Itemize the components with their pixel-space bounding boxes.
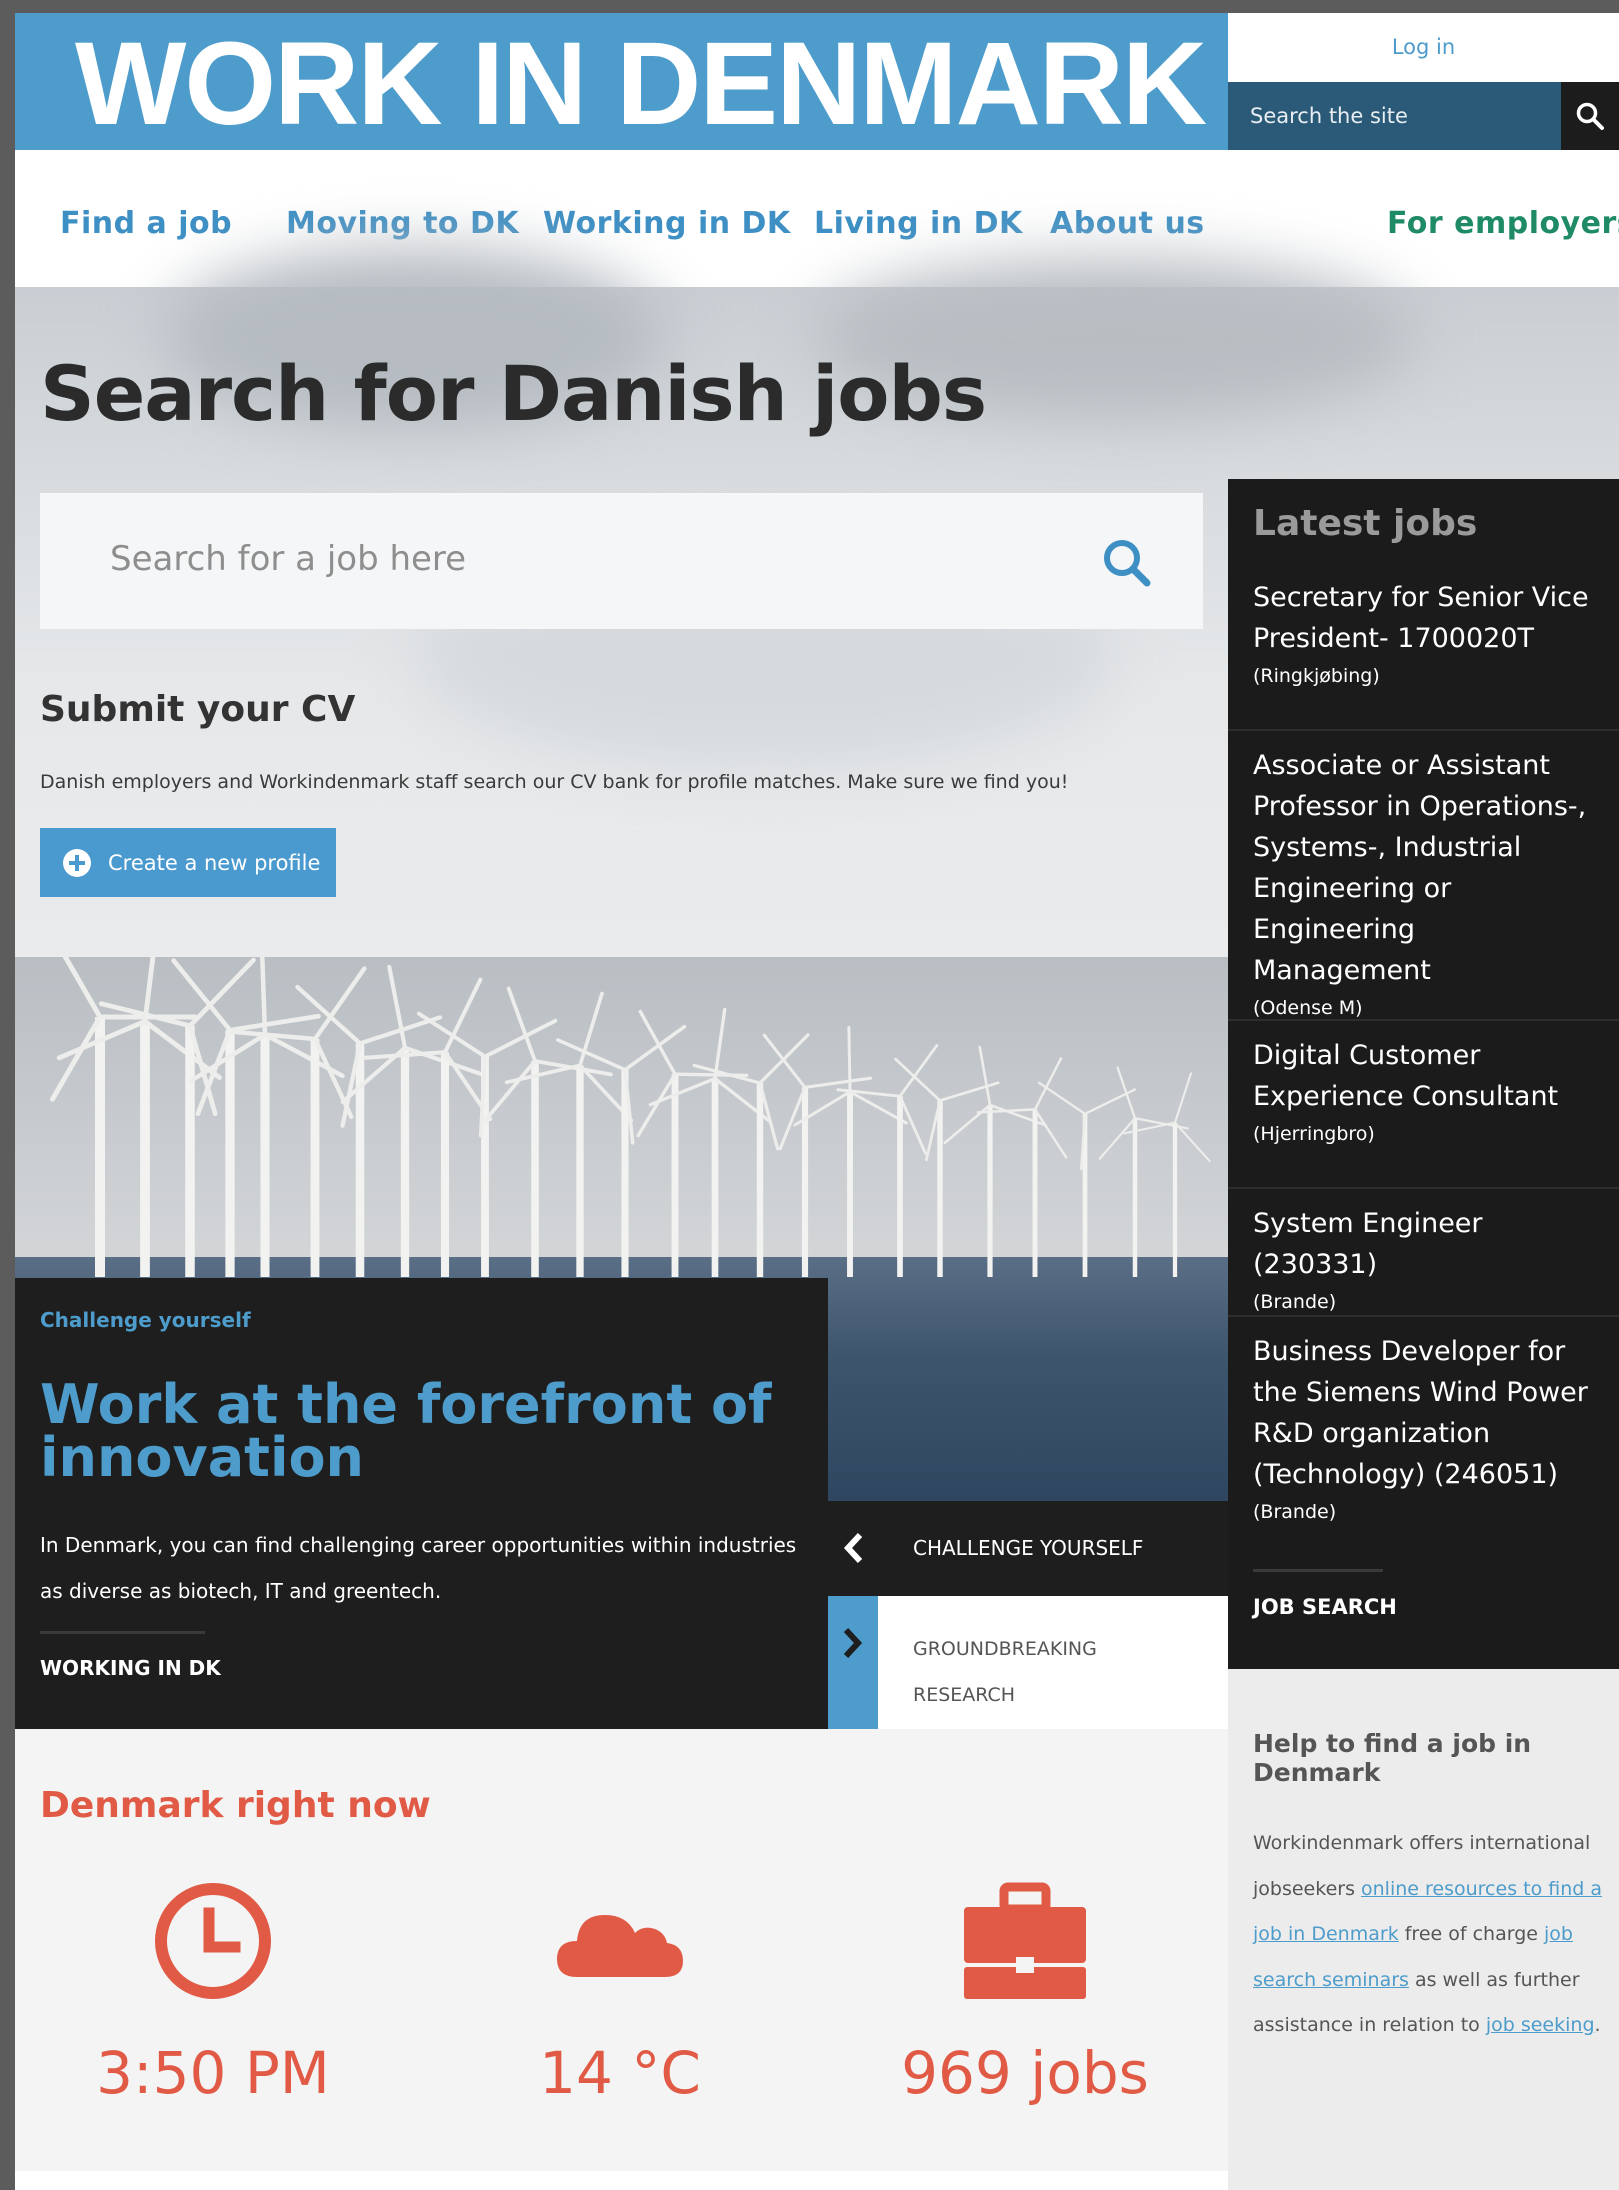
cv-heading: Submit your CV [40, 689, 356, 730]
divider [40, 1631, 205, 1634]
feature-kicker[interactable]: Challenge yourself [40, 1308, 251, 1332]
job-location: (Hjerringbro) [1253, 1123, 1375, 1145]
help-text-part: . [1594, 2014, 1601, 2036]
carousel-tab-label: CHALLENGE YOURSELF [913, 1536, 1144, 1560]
job-location: (Brande) [1253, 1291, 1337, 1313]
latest-job-item[interactable]: Associate or Assistant Professor in Oper… [1228, 745, 1619, 1021]
nav-find-a-job[interactable]: Find a job [60, 206, 232, 241]
clock-icon [155, 1883, 271, 1999]
chevron-right-icon[interactable] [840, 1626, 866, 1660]
feature-panel: Challenge yourself Work at the forefront… [15, 1278, 828, 1729]
login-link[interactable]: Log in [1392, 35, 1455, 59]
latest-job-item[interactable]: Digital Customer Experience Consultant (… [1228, 1035, 1619, 1189]
latest-job-item[interactable]: System Engineer (230331) (Brande) [1228, 1203, 1619, 1317]
site-search-field[interactable]: Search the site [1228, 82, 1619, 150]
denmark-right-now-section: Denmark right now 3:50 PM 14 °C 969 jobs [15, 1729, 1228, 2190]
site-logo[interactable]: WORK IN DENMARK [75, 25, 1207, 143]
turbine [56, 957, 222, 1277]
brand-banner[interactable]: WORK IN DENMARK [15, 13, 1228, 150]
search-icon [1576, 102, 1604, 130]
job-title[interactable]: System Engineer (230331) [1253, 1203, 1601, 1285]
turbine [943, 1045, 1047, 1277]
turbine [50, 957, 198, 1277]
job-title[interactable]: Digital Customer Experience Consultant [1253, 1035, 1601, 1117]
feature-text: In Denmark, you can find challenging car… [40, 1533, 797, 1603]
latest-job-item[interactable]: Business Developer for the Siemens Wind … [1228, 1331, 1619, 1551]
job-location: (Odense M) [1253, 997, 1363, 1019]
nav-living-in-dk[interactable]: Living in DK [814, 206, 1023, 241]
create-profile-button[interactable]: Create a new profile [40, 828, 336, 897]
job-seeking-link[interactable]: job seeking [1486, 2014, 1595, 2036]
cloud-icon [557, 1915, 683, 1977]
job-title[interactable]: Business Developer for the Siemens Wind … [1253, 1331, 1601, 1495]
carousel-tab-groundbreaking-research[interactable]: GROUNDBREAKING RESEARCH [828, 1596, 1228, 1741]
turbine [362, 977, 493, 1277]
nav-for-employers[interactable]: For employers [1387, 206, 1619, 241]
turbine [762, 1033, 873, 1277]
tab-active-strip [828, 1596, 878, 1741]
job-search-input[interactable]: Search for a job here [40, 493, 1203, 629]
working-in-dk-link[interactable]: WORKING IN DK [40, 1656, 221, 1680]
job-search-link[interactable]: JOB SEARCH [1253, 1595, 1397, 1619]
briefcase-icon [964, 1882, 1086, 1999]
weather-stat: 14 °C [470, 1879, 770, 2107]
chevron-left-icon[interactable] [838, 1531, 868, 1565]
help-panel: Help to find a job in Denmark Workindenm… [1228, 1669, 1619, 2190]
section-title: Denmark right now [40, 1785, 431, 1826]
stat-value: 14 °C [539, 2039, 701, 2107]
help-title: Help to find a job in Denmark [1253, 1729, 1532, 1787]
divider [1253, 1569, 1383, 1572]
nav-about-us[interactable]: About us [1050, 206, 1205, 241]
job-location: (Brande) [1253, 1501, 1337, 1523]
time-stat: 3:50 PM [63, 1879, 363, 2107]
turbine [793, 1025, 908, 1277]
job-title[interactable]: Associate or Assistant Professor in Oper… [1253, 745, 1601, 991]
page-title: Search for Danish jobs [40, 349, 987, 438]
jobs-stat: 969 jobs [875, 1879, 1175, 2107]
nav-working-in-dk[interactable]: Working in DK [543, 206, 791, 241]
carousel-tab-label: GROUNDBREAKING RESEARCH [913, 1638, 1097, 1706]
latest-jobs-panel: Latest jobs Secretary for Senior Vice Pr… [1228, 479, 1619, 1669]
login-row: Log in [1228, 13, 1619, 82]
turbine [1037, 1081, 1136, 1277]
page: WORK IN DENMARK Log in Search the site F… [15, 13, 1619, 2190]
latest-job-item[interactable]: Secretary for Senior Vice President- 170… [1228, 577, 1619, 731]
plus-circle-icon [63, 848, 91, 877]
footer-strip [15, 2171, 1228, 2190]
search-icon[interactable] [1101, 537, 1153, 589]
cv-description: Danish employers and Workindenmark staff… [40, 771, 1069, 793]
help-text-part: free of charge [1398, 1923, 1544, 1945]
create-profile-label: Create a new profile [108, 850, 321, 875]
job-search-placeholder[interactable]: Search for a job here [110, 539, 466, 579]
site-search-button[interactable] [1561, 82, 1619, 150]
site-search-placeholder[interactable]: Search the site [1250, 104, 1408, 128]
job-title[interactable]: Secretary for Senior Vice President- 170… [1253, 577, 1601, 659]
turbine [894, 1057, 1000, 1277]
turbine [636, 1009, 749, 1277]
carousel-tab-challenge-yourself[interactable]: CHALLENGE YOURSELF [828, 1501, 1228, 1596]
feature-title[interactable]: Work at the forefront of innovation [40, 1378, 820, 1485]
job-location: (Ringkjøbing) [1253, 665, 1380, 687]
turbine [171, 958, 321, 1277]
latest-jobs-title: Latest jobs [1253, 503, 1478, 544]
help-text: Workindenmark offers international jobse… [1253, 1821, 1613, 2049]
stat-value: 3:50 PM [96, 2039, 330, 2107]
turbine [648, 1007, 772, 1277]
nav-moving-to-dk[interactable]: Moving to DK [286, 206, 519, 241]
stat-value: 969 jobs [901, 2039, 1149, 2107]
